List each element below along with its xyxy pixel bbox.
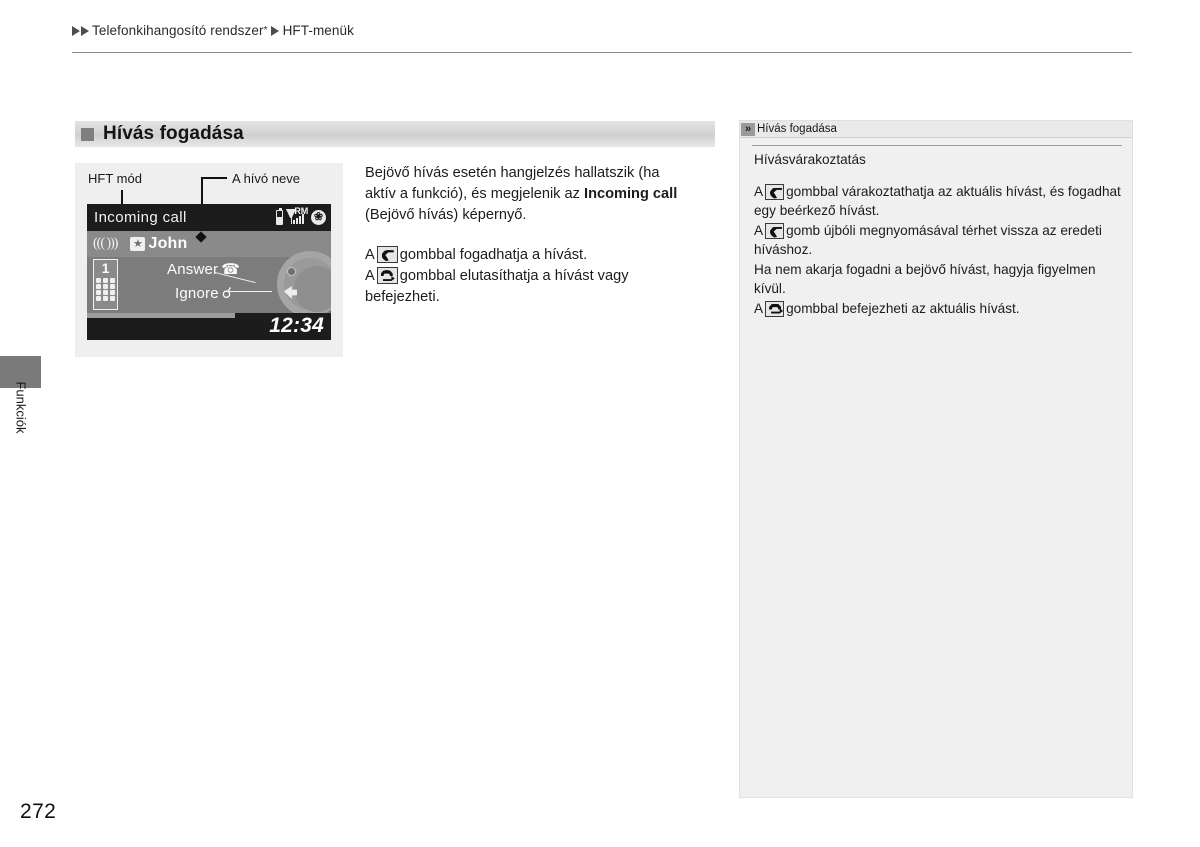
paragraph-accept-call: Agombbal fogadhatja a hívást.: [365, 245, 685, 266]
breadcrumb-arrow-icon-3: [270, 25, 279, 36]
keypad-icon: 1: [93, 259, 118, 310]
para2-suffix: gombbal fogadhatja a hívást.: [399, 247, 588, 263]
item1-prefix: A: [754, 183, 764, 199]
page-title: Hívás fogadása: [103, 123, 244, 144]
breadcrumb-item-2[interactable]: HFT-menük: [283, 23, 354, 38]
favorite-star-icon: ★: [130, 237, 146, 251]
breadcrumb-item-1[interactable]: Telefonkihangosító rendszer: [92, 23, 264, 38]
header-divider: [72, 52, 1132, 53]
item2-prefix: A: [754, 222, 764, 238]
keypad-number: 1: [101, 260, 110, 276]
double-chevron-icon: »: [741, 122, 755, 136]
paragraph-incoming-call: Bejövő hívás esetén hangjelzés hallatszi…: [365, 163, 685, 226]
figure-incoming-call: HFT mód A hívó neve Incoming call RM ❀ (…: [75, 163, 343, 357]
hangup-button-icon-2: [765, 300, 785, 317]
hangup-button-icon: [376, 267, 398, 284]
device-screen: Incoming call RM ❀ ((( ))) ★ John 1 Answ…: [87, 204, 331, 340]
side-note-divider: [752, 145, 1122, 146]
item1-suffix: gombbal várakoztathatja az aktuális hívá…: [754, 183, 1121, 219]
screen-footer-bar: 12:34: [87, 313, 331, 340]
chapter-tab-label: Funkciók: [13, 381, 29, 434]
square-bullet-icon: [81, 127, 94, 141]
para1-part-b: (Bejövő hívás) képernyő.: [365, 207, 527, 223]
screen-body: 1 Answer ☎ Ignore ☌: [87, 251, 331, 317]
page-number: 272: [20, 800, 57, 823]
steering-wheel-control-icon: [284, 286, 297, 299]
main-body-text: Bejövő hívás esetén hangjelzés hallatszi…: [365, 163, 685, 308]
pickup-button-icon-2: [765, 222, 785, 239]
side-note-item-2: Agomb újbóli megnyomásával térhet vissza…: [754, 221, 1122, 260]
screen-title: Incoming call: [94, 209, 187, 226]
breadcrumb-arrow-icon-2: [81, 25, 89, 36]
para2-prefix: A: [365, 247, 375, 263]
para1-bold-term: Incoming call: [584, 186, 678, 202]
side-note-item-4: Agombbal befejezheti az aktuális hívást.: [754, 299, 1122, 319]
side-note-panel: » Hívás fogadása Hívásvárakoztatás Agomb…: [739, 120, 1133, 798]
pickup-button-icon: [376, 246, 398, 263]
side-note-item-3: Ha nem akarja fogadni a bejövő hívást, h…: [754, 261, 1096, 297]
screen-title-bar: Incoming call RM ❀: [87, 204, 331, 231]
hangup-phone-icon: ☌: [221, 285, 233, 302]
leader-line-ignore: [224, 291, 272, 293]
paragraph-reject-call: Agombbal elutasíthatja a hívást vagy bef…: [365, 266, 685, 308]
screen-caller-row: ((( ))) ★ John: [87, 231, 331, 257]
item2-suffix: gomb újbóli megnyomásával térhet vissza …: [754, 222, 1102, 258]
item4-prefix: A: [754, 300, 764, 316]
roaming-label: RM: [294, 206, 308, 216]
breadcrumb: Telefonkihangosító rendszer * HFT-menük: [72, 23, 354, 38]
option-ignore-label: Ignore: [175, 284, 219, 302]
caller-name: John: [148, 235, 188, 252]
ringing-signal-icon: ((( ))): [93, 236, 119, 251]
para3-suffix: gombbal elutasíthatja a hívást vagy befe…: [365, 268, 629, 305]
side-note-item-1: Agombbal várakoztathatja az aktuális hív…: [754, 182, 1122, 221]
option-answer-label: Answer: [167, 260, 219, 278]
pickup-button-icon-1: [765, 183, 785, 200]
para3-prefix: A: [365, 268, 375, 284]
callout-label-caller-name: A hívó neve: [232, 171, 300, 186]
section-heading: Hívás fogadása: [75, 121, 715, 147]
signal-strength-icon: RM: [286, 206, 308, 225]
side-note-header: » Hívás fogadása: [740, 121, 1132, 138]
side-note-title: Hívás fogadása: [757, 123, 837, 135]
screen-status-icons: RM ❀: [276, 206, 326, 225]
side-note-subtitle: Hívásvárakoztatás: [754, 152, 866, 167]
screen-clock: 12:34: [269, 314, 324, 337]
steering-wheel-button-icon: [287, 267, 296, 276]
callout-label-hft-mode: HFT mód: [88, 171, 142, 186]
breadcrumb-arrow-icon: [72, 25, 80, 36]
item4-suffix: gombbal befejezheti az aktuális hívást.: [786, 300, 1020, 316]
bluetooth-icon: ❀: [311, 210, 326, 225]
side-note-body: Hívásvárakoztatás Agombbal várakoztathat…: [754, 150, 1122, 318]
steering-wheel-graphic: [277, 251, 331, 317]
leader-line-caller-h: [201, 177, 227, 179]
screen-option-ignore[interactable]: Ignore ☌: [175, 284, 233, 303]
battery-icon: [276, 208, 283, 225]
breadcrumb-footnote-star: *: [263, 25, 268, 36]
